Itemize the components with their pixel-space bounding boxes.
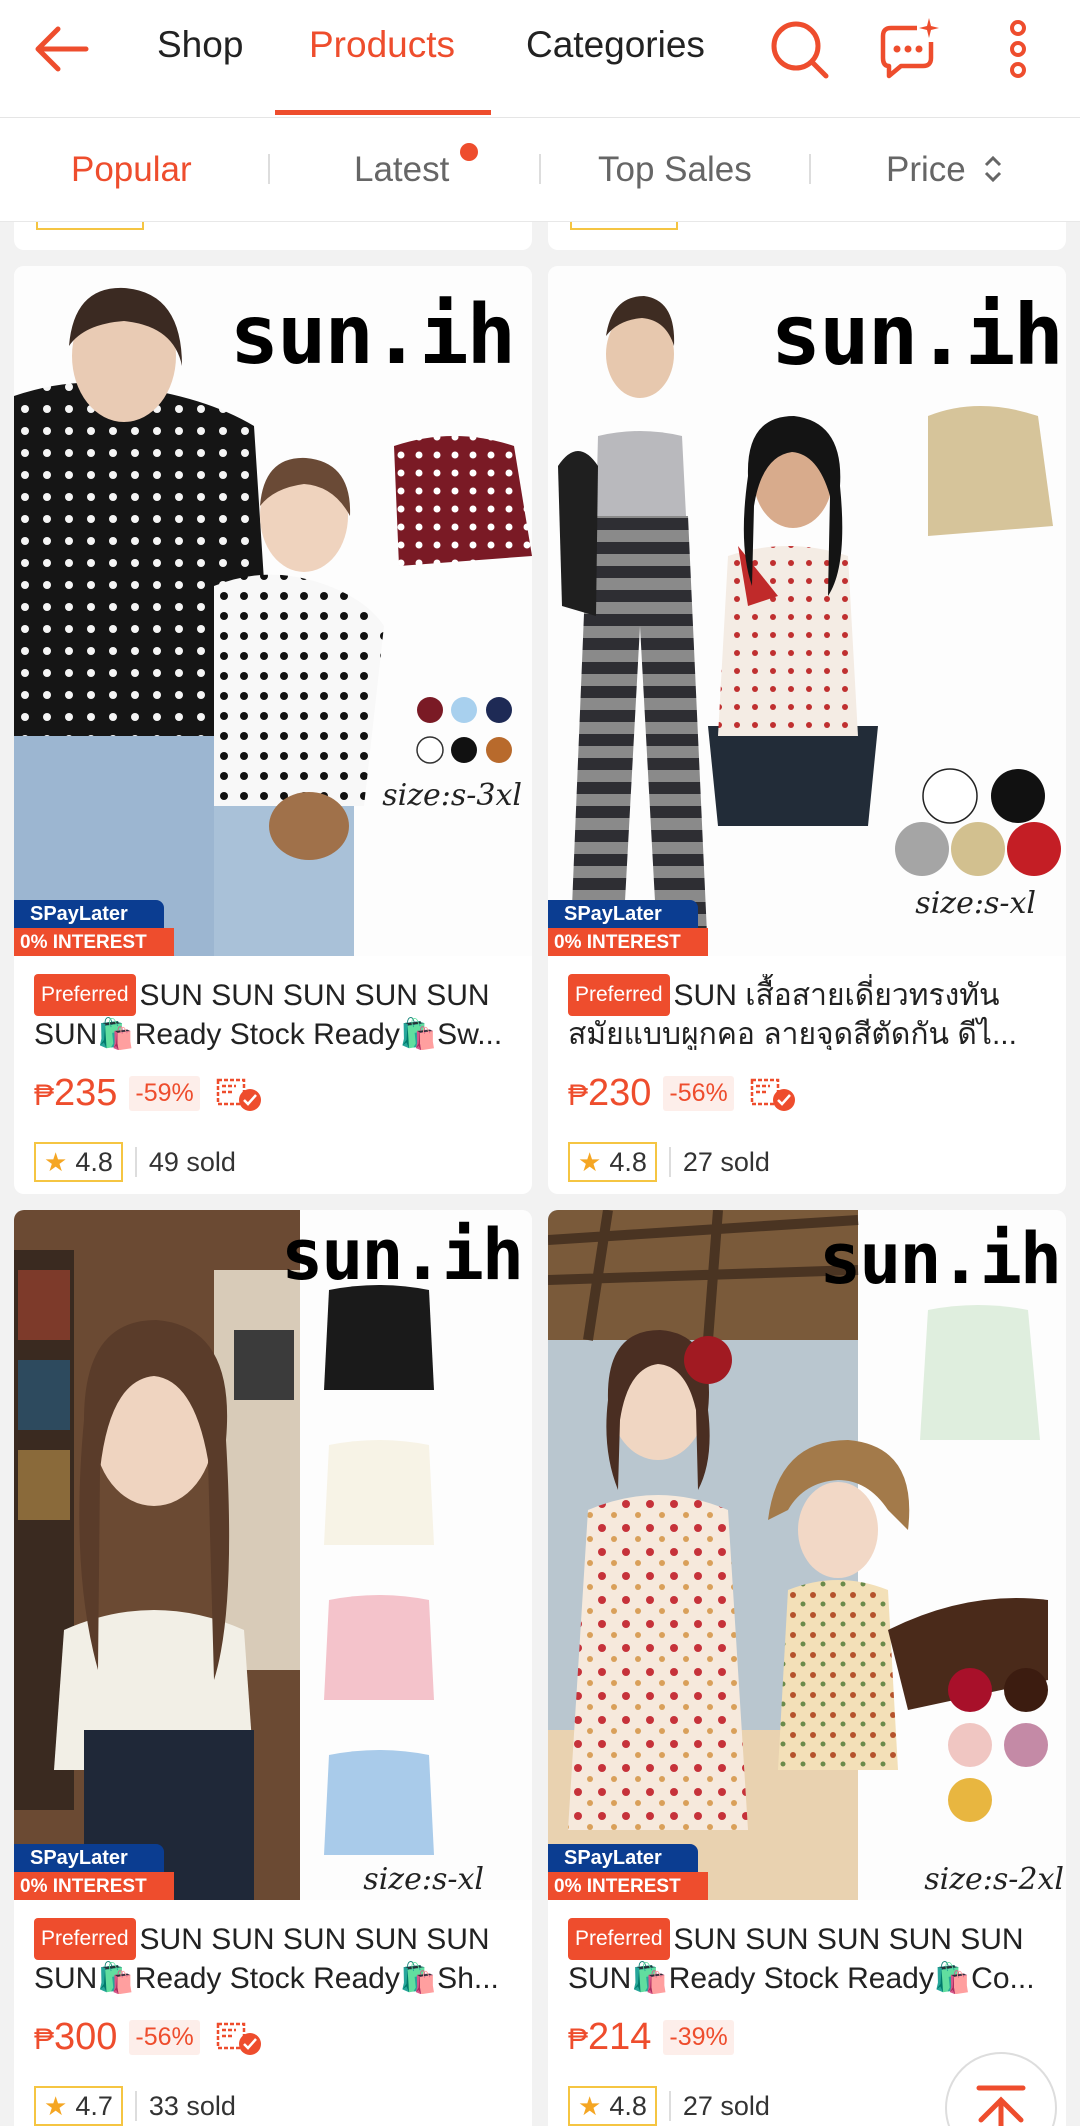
spaylater-badge: SPayLater 0% INTEREST bbox=[548, 1844, 708, 1900]
spaylater-badge: SPayLater 0% INTEREST bbox=[14, 1844, 174, 1900]
sort-popular[interactable]: Popular bbox=[71, 150, 192, 190]
product-title[interactable]: Preferred SUN SUN SUN SUN SUN SUN🛍️Ready … bbox=[34, 974, 512, 1050]
brand-logo: sun.ih bbox=[819, 1218, 1062, 1300]
discount-badge: -39% bbox=[663, 2019, 734, 2055]
partial-card bbox=[548, 222, 1066, 250]
product-photo bbox=[14, 1210, 532, 1900]
product-card[interactable]: sun.ih size:s-xl SPayLater 0% INTEREST P… bbox=[14, 1210, 532, 2126]
divider bbox=[809, 154, 811, 184]
brand-logo: sun.ih bbox=[281, 1214, 524, 1296]
zero-interest-label: 0% INTEREST bbox=[14, 928, 174, 956]
size-range-label: size:s-xl bbox=[363, 1862, 484, 1897]
rating-badge: ★ 4.8 bbox=[568, 2086, 657, 2126]
discount-badge: -56% bbox=[129, 2019, 200, 2055]
sold-count: 27 sold bbox=[682, 1146, 770, 1177]
preferred-badge: Preferred bbox=[34, 974, 136, 1016]
partial-card bbox=[14, 222, 532, 250]
product-title[interactable]: Preferred SUN SUN SUN SUN SUN SUN🛍️Ready … bbox=[34, 1918, 512, 1994]
shipping-guarantee-icon bbox=[750, 1078, 795, 1111]
sort-latest[interactable]: Latest bbox=[354, 150, 449, 190]
rating-badge: ★ 4.7 bbox=[34, 2086, 123, 2126]
brand-logo: sun.ih bbox=[770, 286, 1064, 384]
spaylater-label: SPayLater bbox=[548, 1844, 698, 1872]
chat-icon[interactable] bbox=[873, 14, 943, 84]
sort-price[interactable]: Price bbox=[886, 150, 1005, 190]
product-card[interactable]: sun.ih size:s-2xl SPayLater 0% INTEREST … bbox=[548, 1210, 1066, 2126]
product-card[interactable]: sun.ih size:s-xl SPayLater 0% INTEREST P… bbox=[548, 266, 1066, 1194]
tab-categories[interactable]: Categories bbox=[526, 24, 705, 66]
size-range-label: size:s-3xl bbox=[382, 778, 522, 813]
discount-badge: -59% bbox=[129, 1075, 200, 1111]
tab-shop[interactable]: Shop bbox=[157, 24, 243, 66]
sold-count: 49 sold bbox=[148, 1146, 236, 1177]
size-range-label: size:s-2xl bbox=[924, 1862, 1064, 1897]
back-arrow-icon[interactable] bbox=[28, 14, 98, 84]
product-image[interactable]: sun.ih size:s-3xl SPayLater 0% INTEREST bbox=[14, 266, 532, 956]
brand-logo: sun.ih bbox=[229, 288, 516, 383]
product-photo bbox=[548, 1210, 1066, 1900]
preferred-badge: Preferred bbox=[34, 1918, 136, 1960]
preferred-badge: Preferred bbox=[568, 974, 670, 1016]
product-image[interactable]: sun.ih size:s-xl SPayLater 0% INTEREST bbox=[548, 266, 1066, 956]
spaylater-label: SPayLater bbox=[548, 900, 698, 928]
active-tab-indicator bbox=[275, 110, 491, 115]
star-icon: ★ bbox=[44, 2090, 68, 2121]
back-to-top-button[interactable] bbox=[945, 2052, 1057, 2126]
product-title[interactable]: Preferred SUN SUN SUN SUN SUN SUN🛍️Ready … bbox=[568, 1918, 1046, 1994]
product-card[interactable]: sun.ih size:s-3xl SPayLater 0% INTEREST … bbox=[14, 266, 532, 1194]
sort-top-sales[interactable]: Top Sales bbox=[598, 150, 752, 190]
sort-toggle-icon bbox=[985, 155, 1002, 183]
spaylater-badge: SPayLater 0% INTEREST bbox=[14, 900, 174, 956]
shipping-guarantee-icon bbox=[216, 1078, 261, 1111]
product-price: ₱235 bbox=[34, 1071, 118, 1114]
sort-bar: Popular Latest Top Sales Price bbox=[0, 118, 1080, 222]
top-navigation-bar: Shop Products Categories bbox=[0, 0, 1080, 118]
product-price: ₱230 bbox=[568, 1071, 652, 1114]
star-icon: ★ bbox=[44, 1146, 68, 1177]
zero-interest-label: 0% INTEREST bbox=[14, 1872, 174, 1900]
product-image[interactable]: sun.ih size:s-2xl SPayLater 0% INTEREST bbox=[548, 1210, 1066, 1900]
sold-count: 27 sold bbox=[682, 2090, 770, 2121]
divider bbox=[539, 154, 541, 184]
spaylater-label: SPayLater bbox=[14, 900, 164, 928]
more-options-icon[interactable] bbox=[983, 14, 1053, 84]
discount-badge: -56% bbox=[663, 1075, 734, 1111]
product-image[interactable]: sun.ih size:s-xl SPayLater 0% INTEREST bbox=[14, 1210, 532, 1900]
preferred-badge: Preferred bbox=[568, 1918, 670, 1960]
rating-badge: ★ 4.8 bbox=[34, 1142, 123, 1182]
star-icon: ★ bbox=[578, 2090, 602, 2121]
zero-interest-label: 0% INTEREST bbox=[548, 928, 708, 956]
new-indicator-dot bbox=[460, 143, 478, 161]
sort-price-label: Price bbox=[886, 150, 966, 189]
spaylater-label: SPayLater bbox=[14, 1844, 164, 1872]
zero-interest-label: 0% INTEREST bbox=[548, 1872, 708, 1900]
divider bbox=[268, 154, 270, 184]
shipping-guarantee-icon bbox=[216, 2022, 261, 2055]
product-title[interactable]: Preferred SUN เสื้อสายเดี่ยวทรงทันสมัยแบบ… bbox=[568, 974, 1046, 1050]
size-range-label: size:s-xl bbox=[915, 886, 1036, 921]
product-price: ₱300 bbox=[34, 2015, 118, 2058]
spaylater-badge: SPayLater 0% INTEREST bbox=[548, 900, 708, 956]
product-price: ₱214 bbox=[568, 2015, 652, 2058]
arrow-up-icon bbox=[976, 2085, 1026, 2126]
sold-count: 33 sold bbox=[148, 2090, 236, 2121]
rating-badge: ★ 4.8 bbox=[568, 1142, 657, 1182]
star-icon: ★ bbox=[578, 1146, 602, 1177]
search-icon[interactable] bbox=[764, 14, 834, 84]
tab-products[interactable]: Products bbox=[309, 24, 455, 66]
